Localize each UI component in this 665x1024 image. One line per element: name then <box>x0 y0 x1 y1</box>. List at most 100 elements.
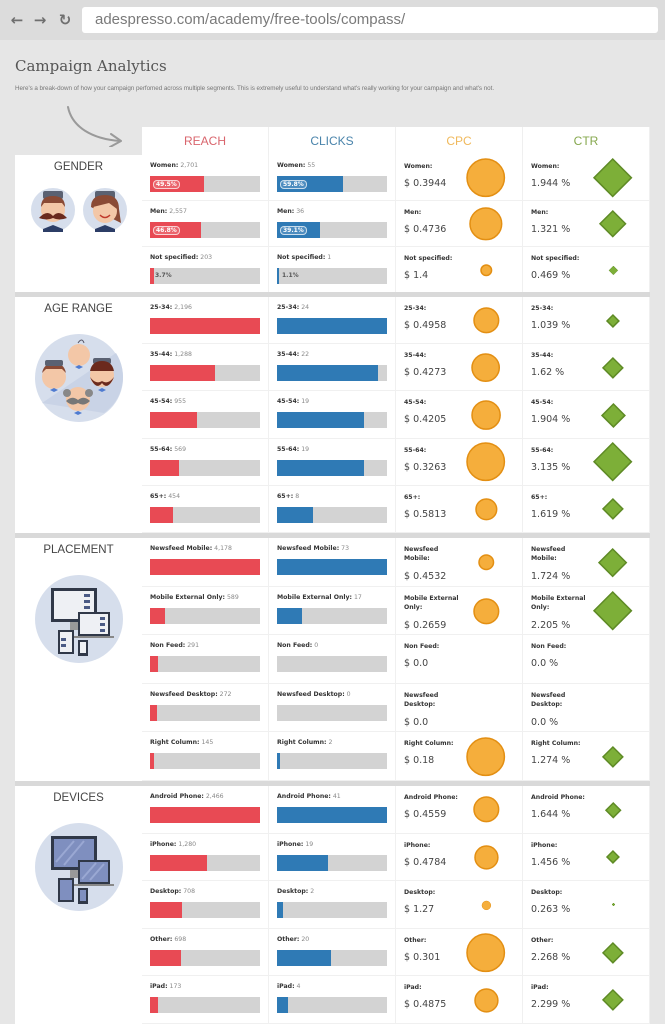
reach-bar-fill <box>150 365 215 382</box>
ctr-value: 1.904 % <box>531 414 571 426</box>
reach-bar-fill <box>150 902 182 919</box>
cpc-value: $ 0.4273 <box>404 367 447 379</box>
arrow-right-icon[interactable]: → <box>31 10 49 30</box>
cpc-value: $ 0.2659 <box>404 619 447 631</box>
clicks-bar-fill <box>277 902 283 919</box>
cpc-cell: Men: $ 0.4736 <box>396 201 523 247</box>
clicks-label: Desktop: 2 <box>277 888 314 895</box>
reach-bar <box>150 902 260 919</box>
reach-value: 698 <box>174 935 187 943</box>
reach-label: Newsfeed Mobile: 4,178 <box>150 545 232 552</box>
ctr-value: 1.456 % <box>531 856 571 868</box>
clicks-bar-fill <box>277 365 379 382</box>
clicks-label: Men: 36 <box>277 208 304 215</box>
cpc-circle-marker <box>481 900 491 910</box>
clicks-value: 24 <box>301 304 310 311</box>
column-header-reach[interactable]: REACH <box>142 127 269 155</box>
cpc-circle-marker <box>477 554 495 571</box>
clicks-cell: 35-44: 22 <box>269 344 396 392</box>
clicks-cell: Desktop: 2 <box>269 881 396 929</box>
reach-label: 25-34: 2,196 <box>150 304 192 311</box>
reach-bar <box>150 753 260 770</box>
cpc-cell: Non Feed: $ 0.0 <box>396 635 523 684</box>
segment-name: Android Phone: <box>404 794 458 801</box>
reach-cell: Other: 698 <box>142 928 269 977</box>
clicks-label: Newsfeed Desktop: 0 <box>277 691 351 698</box>
reach-cell: Desktop: 708 <box>142 881 269 929</box>
clicks-value: 2 <box>310 888 315 896</box>
circle-shape <box>474 498 498 521</box>
ctr-diamond-marker <box>611 903 615 907</box>
segment-name: Other: <box>150 935 173 943</box>
segment-name: Not specified: <box>277 254 326 261</box>
ctr-value: 1.039 % <box>531 320 571 331</box>
reach-value: 1,280 <box>178 840 197 848</box>
cpc-circle-marker <box>466 442 506 482</box>
devices-illustration <box>34 822 124 916</box>
cpc-circle-marker <box>472 597 500 624</box>
column-header-cpc[interactable]: CPC <box>396 127 523 155</box>
cpc-value: $ 0.4559 <box>404 809 447 820</box>
reach-value: 955 <box>174 398 187 406</box>
clicks-label: Other: 20 <box>277 936 309 943</box>
section-age-range: AGE RANGE 25-34: 2,196 25-34: 24 25-34: $ 0… <box>15 297 650 533</box>
clicks-value: 22 <box>301 351 310 359</box>
segment-name: 65+: <box>404 493 421 501</box>
cpc-value: $ 0.4875 <box>404 999 447 1011</box>
ctr-cell: Not specified: 0.469 % <box>523 247 650 293</box>
clicks-value: 19 <box>305 840 314 848</box>
clicks-bar <box>277 854 387 871</box>
segment-name: 35-44: <box>404 352 427 360</box>
cpc-circle-marker <box>473 845 499 870</box>
browser-toolbar: ← → ↻ adespresso.com/academy/free-tools/… <box>0 0 665 40</box>
segment-name: 65+: <box>531 493 548 501</box>
segment-name: iPad: <box>531 984 549 992</box>
address-bar[interactable]: adespresso.com/academy/free-tools/compas… <box>82 7 658 33</box>
segment-name: Desktop: <box>277 888 309 896</box>
cpc-cell: Mobile External Only: $ 0.2659 <box>396 586 523 636</box>
segment-name: 45-54: <box>404 399 427 407</box>
reach-bar-fill <box>150 318 260 334</box>
clicks-bar <box>277 902 387 919</box>
column-header-clicks[interactable]: CLICKS <box>269 127 396 155</box>
ctr-cell: Desktop: 0.263 % <box>523 881 650 929</box>
segment-name: 25-34: <box>531 305 554 312</box>
circle-shape <box>481 900 491 910</box>
reach-bar-fill <box>150 412 198 429</box>
reload-icon[interactable]: ↻ <box>56 10 74 30</box>
reach-cell: Men: 2,557 46.8% <box>142 201 269 247</box>
reach-bar: 46.8% <box>150 222 260 238</box>
ctr-cell: Right Column: 1.274 % <box>523 732 650 781</box>
cpc-value: $ 0.4532 <box>404 571 447 582</box>
reach-cell: 65+: 454 <box>142 485 269 533</box>
cpc-cell: Android Phone: $ 0.4559 <box>396 786 523 834</box>
clicks-label: Non Feed: 0 <box>277 642 318 649</box>
reach-value: 145 <box>201 739 214 747</box>
clicks-bar <box>277 559 387 575</box>
clicks-bar-fill <box>277 318 387 334</box>
circle-shape <box>466 442 506 482</box>
reach-label: iPhone: 1,280 <box>150 841 196 848</box>
segment-name: Desktop: <box>404 889 436 897</box>
reach-label: Men: 2,557 <box>150 208 187 215</box>
clicks-cell: Right Column: 2 <box>269 732 396 781</box>
column-header-ctr[interactable]: CTR <box>523 127 650 155</box>
cpc-value: $ 0.0 <box>404 658 429 670</box>
segment-name: Non Feed: <box>404 643 440 651</box>
cpc-cell: 55-64: $ 0.3263 <box>396 438 523 486</box>
clicks-bar-fill <box>277 559 387 575</box>
clicks-cell: Android Phone: 41 <box>269 786 396 834</box>
segment-name: 25-34: <box>150 304 173 311</box>
cpc-value: $ 0.4958 <box>404 320 447 331</box>
arrow-left-icon[interactable]: ← <box>8 10 26 30</box>
segment-name: Desktop: <box>531 889 563 897</box>
reach-bar-fill <box>150 949 181 966</box>
cpc-circle-marker <box>472 796 500 823</box>
clicks-value: 0 <box>346 690 351 698</box>
reach-bar-fill <box>150 753 154 770</box>
segment-name: Right Column: <box>150 739 200 747</box>
reach-value: 2,466 <box>205 793 224 800</box>
clicks-bar-fill <box>277 506 314 523</box>
clicks-label: 35-44: 22 <box>277 351 309 358</box>
clicks-label: iPad: 4 <box>277 983 300 990</box>
